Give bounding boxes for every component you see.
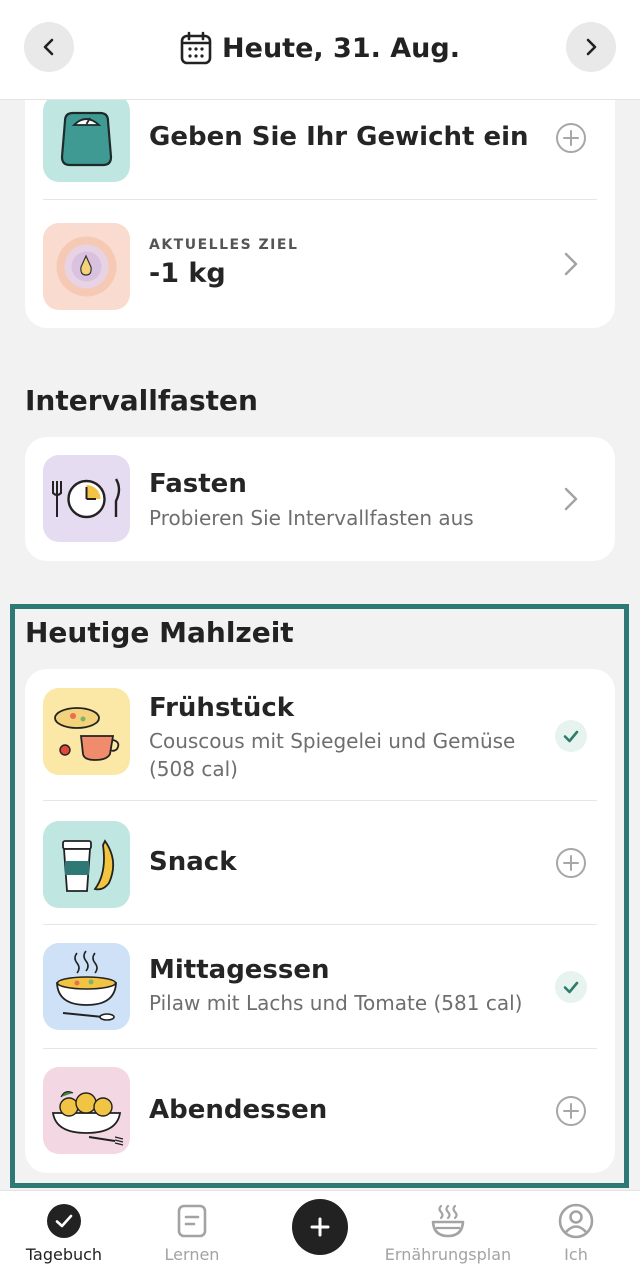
add-dinner-button[interactable] — [555, 1095, 587, 1127]
user-icon — [512, 1203, 640, 1239]
weight-card: Geben Sie Ihr Gewicht ein AKTUELLES ZIEL… — [25, 60, 615, 328]
scale-icon — [43, 95, 130, 182]
tab-ich[interactable]: Ich — [512, 1191, 640, 1280]
check-icon — [563, 981, 579, 994]
meals-section-title: Heutige Mahlzeit — [25, 616, 294, 649]
plus-icon — [310, 1217, 330, 1237]
meal-row-dinner[interactable]: Abendessen — [25, 1049, 615, 1173]
lunch-title: Mittagessen — [149, 955, 330, 985]
meal-row-lunch[interactable]: Mittagessen Pilaw mit Lachs und Tomate (… — [25, 925, 615, 1048]
goal-kicker: AKTUELLES ZIEL — [149, 237, 299, 253]
document-icon — [128, 1203, 256, 1239]
goal-target-icon — [43, 223, 130, 310]
lunch-icon — [43, 943, 130, 1030]
lunch-subtitle: Pilaw mit Lachs und Tomate (581 cal) — [149, 991, 523, 1015]
tab-label: Lernen — [164, 1245, 220, 1264]
chevron-right-icon — [586, 38, 597, 56]
snack-icon — [43, 821, 130, 908]
dinner-icon — [43, 1067, 130, 1154]
meal-row-breakfast[interactable]: Frühstück Couscous mit Spiegelei und Gem… — [25, 669, 615, 800]
tab-tagebuch[interactable]: Tagebuch — [0, 1191, 128, 1280]
add-weight-button[interactable] — [555, 122, 587, 154]
breakfast-logged-check[interactable] — [555, 720, 587, 752]
goal-value: -1 kg — [149, 258, 226, 289]
breakfast-title: Frühstück — [149, 693, 295, 723]
lunch-logged-check[interactable] — [555, 971, 587, 1003]
meals-card: Frühstück Couscous mit Spiegelei und Gem… — [25, 669, 615, 1173]
breakfast-subtitle: Couscous mit Spiegelei und Gemüse (508 c… — [149, 729, 516, 781]
goal-chevron-icon — [559, 249, 583, 279]
fasting-title: Fasten — [149, 469, 247, 499]
header-bar: Heute, 31. Aug. — [0, 0, 640, 100]
tab-lernen[interactable]: Lernen — [128, 1191, 256, 1280]
fasting-section-title: Intervallfasten — [25, 384, 258, 417]
date-selector[interactable]: Heute, 31. Aug. — [0, 25, 640, 71]
plus-circle-icon — [556, 848, 586, 878]
add-entry-button[interactable] — [292, 1199, 348, 1255]
meal-row-snack[interactable]: Snack — [25, 801, 615, 924]
fasting-card[interactable]: Fasten Probieren Sie Intervallfasten aus — [25, 437, 615, 561]
add-snack-button[interactable] — [555, 847, 587, 879]
dinner-title: Abendessen — [149, 1095, 328, 1125]
enter-weight-label: Geben Sie Ihr Gewicht ein — [149, 122, 529, 152]
date-label: Heute, 31. Aug. — [222, 32, 460, 64]
tab-ernaehrungsplan[interactable]: Ernährungsplan — [384, 1191, 512, 1280]
next-day-button[interactable] — [566, 22, 616, 72]
current-goal-row[interactable]: AKTUELLES ZIEL -1 kg — [25, 200, 615, 328]
breakfast-icon — [43, 688, 130, 775]
snack-title: Snack — [149, 847, 237, 877]
fasting-chevron-icon — [559, 484, 583, 514]
fasting-subtitle: Probieren Sie Intervallfasten aus — [149, 506, 474, 530]
fasting-clock-icon — [43, 455, 130, 542]
plus-circle-icon — [556, 123, 586, 153]
bowl-icon — [384, 1203, 512, 1239]
calendar-icon — [180, 31, 212, 65]
check-circle-icon — [0, 1203, 128, 1239]
tab-label: Ich — [564, 1245, 588, 1264]
check-icon — [563, 730, 579, 743]
plus-circle-icon — [556, 1096, 586, 1126]
